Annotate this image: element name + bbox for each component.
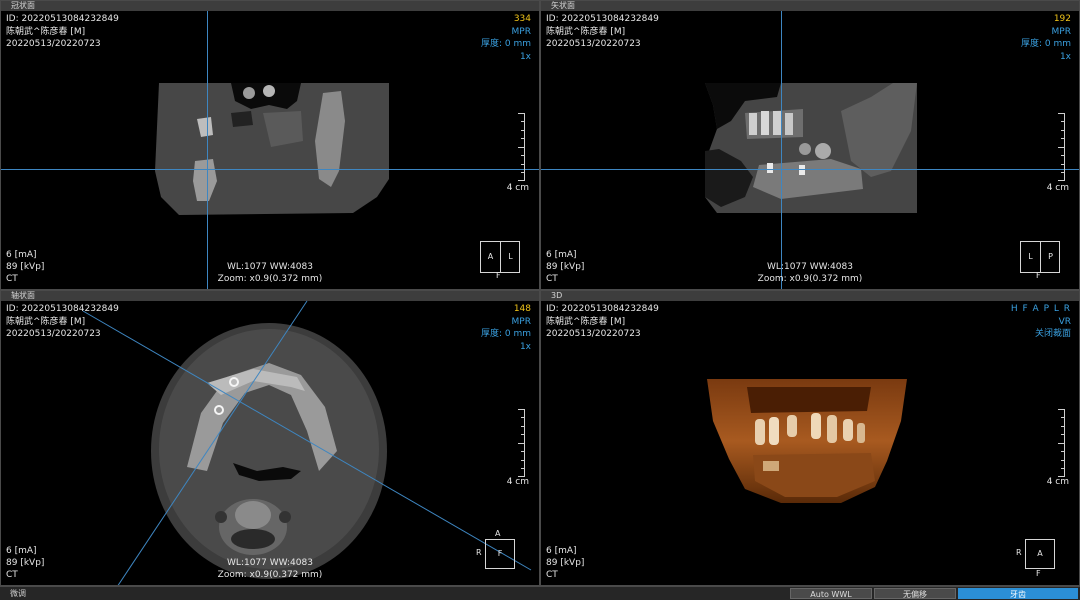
no-offset-button[interactable]: 无偏移	[874, 588, 956, 599]
tube-current: 6 [mA]	[546, 250, 577, 260]
render-mode: VR	[1058, 316, 1071, 327]
orient-center-label: A	[1037, 549, 1043, 558]
tube-voltage: 89 [kVp]	[546, 558, 585, 568]
orient-bottom-label: F	[1036, 569, 1041, 578]
slice-number: 334	[513, 14, 531, 24]
patient-name: 陈朝武^陈彦春 [M]	[6, 316, 86, 327]
direction-buttons[interactable]: H F A P L R	[1011, 303, 1071, 316]
scale-label: 4 cm	[1046, 477, 1069, 487]
view-params: 192 MPR 厚度: 0 mm 1x	[1021, 13, 1071, 63]
patient-id: ID: 20220513084232849	[546, 14, 659, 24]
patient-id: ID: 202205130842328​49	[6, 14, 119, 24]
window-info: WL:1077 WW:4083 Zoom: x0.9(0.372 mm)	[541, 261, 1079, 285]
patient-info: ID: 20220513084232849 陈朝武^陈彦春 [M] 202205…	[546, 13, 659, 51]
zoom-info: Zoom: x0.9(0.372 mm)	[217, 274, 323, 284]
study-dates: 20220513/20220723	[546, 39, 641, 49]
render-mode: MPR	[511, 26, 531, 37]
orient-left-label: R	[1016, 548, 1022, 557]
zoom-factor: 1x	[519, 51, 531, 62]
tube-current: 6 [mA]	[6, 546, 37, 556]
orient-top-label: A	[495, 529, 501, 538]
slice-thickness: 厚度: 0 mm	[1020, 39, 1071, 49]
view-params: H F A P L R VR 关闭裁面	[1011, 303, 1071, 341]
modality: CT	[546, 570, 558, 580]
zoom-factor: 1x	[519, 341, 531, 352]
fine-tune-label: 微调	[10, 589, 26, 598]
window-info: WL:1077 WW:4083 Zoom: x0.9(0.372 mm)	[1, 261, 539, 285]
patient-name: 陈朝武^陈彦春 [M]	[546, 316, 626, 327]
scale-label: 4 cm	[506, 183, 529, 193]
crosshair-vertical[interactable]	[781, 11, 782, 289]
render-mode: MPR	[1051, 26, 1071, 37]
patient-info: ID: 20220513084232849 陈朝武^陈彦春 [M] 202205…	[6, 303, 119, 341]
slice-number: 192	[1053, 14, 1071, 24]
patient-id: ID: 20220513084232849	[546, 304, 659, 314]
bottom-toolbar: 微调 Auto WWL 无偏移 牙齿	[0, 586, 1080, 600]
crosshair-horizontal[interactable]	[541, 169, 1079, 170]
slice-thickness: 厚度: 0 mm	[480, 39, 531, 49]
slice-thickness: 厚度: 0 mm	[480, 329, 531, 339]
auto-wwl-button[interactable]: Auto WWL	[790, 588, 872, 599]
orientation-cube[interactable]: A	[1025, 539, 1055, 569]
scale-bar	[1058, 409, 1065, 477]
crosshair-horizontal[interactable]	[1, 169, 539, 170]
zoom-info: Zoom: x0.9(0.372 mm)	[217, 570, 323, 580]
volume-3d-viewport[interactable]: 3D ID: 20220513084232849 陈朝武^陈彦春 [M] 202…	[540, 290, 1080, 586]
view-params: 334 MPR 厚度: 0 mm 1x	[481, 13, 531, 63]
study-dates: 20220513/20220723	[6, 39, 101, 49]
zoom-info: Zoom: x0.9(0.372 mm)	[757, 274, 863, 284]
scale-bar	[1058, 113, 1065, 181]
zoom-factor: 1x	[1059, 51, 1071, 62]
window-level: WL:1077 WW:4083	[227, 262, 313, 272]
sagittal-viewport[interactable]: 矢状面 ID: 20220513084232849 陈朝武^陈彦春 [M] 20…	[540, 0, 1080, 290]
view-params: 148 MPR 厚度: 0 mm 1x	[481, 303, 531, 353]
clip-toggle[interactable]: 关闭裁面	[1011, 328, 1071, 341]
scale-label: 4 cm	[1046, 183, 1069, 193]
acquisition-info: 6 [mA] 89 [kVp] CT	[546, 545, 584, 581]
patient-info: ID: 202205130842328​49 陈朝武^陈彦春 [M] 20220…	[6, 13, 119, 51]
study-dates: 20220513/20220723	[546, 329, 641, 339]
crosshair-vertical[interactable]	[207, 11, 208, 289]
patient-name: 陈朝武^陈彦春 [M]	[546, 26, 626, 37]
patient-id: ID: 20220513084232849	[6, 304, 119, 314]
tube-current: 6 [mA]	[6, 250, 37, 260]
study-dates: 20220513/20220723	[6, 329, 101, 339]
patient-info: ID: 20220513084232849 陈朝武^陈彦春 [M] 202205…	[546, 303, 659, 341]
teeth-button[interactable]: 牙齿	[958, 588, 1078, 599]
window-level: WL:1077 WW:4083	[227, 558, 313, 568]
slice-number: 148	[513, 304, 531, 314]
tube-current: 6 [mA]	[546, 546, 577, 556]
axial-viewport[interactable]: 轴状面 ID: 20220513084232849 陈朝武^陈彦春 [M] 20…	[0, 290, 540, 586]
coronal-viewport[interactable]: 冠状面 ID: 202205130842328​49 陈朝武^陈彦春 [M] 2…	[0, 0, 540, 290]
patient-name: 陈朝武^陈彦春 [M]	[6, 26, 86, 37]
window-info: WL:1077 WW:4083 Zoom: x0.9(0.372 mm)	[1, 557, 539, 581]
scale-bar	[518, 113, 525, 181]
scale-label: 4 cm	[506, 477, 529, 487]
scale-bar	[518, 409, 525, 477]
window-level: WL:1077 WW:4083	[767, 262, 853, 272]
orient-left-label: R	[476, 548, 482, 557]
render-mode: MPR	[511, 316, 531, 327]
